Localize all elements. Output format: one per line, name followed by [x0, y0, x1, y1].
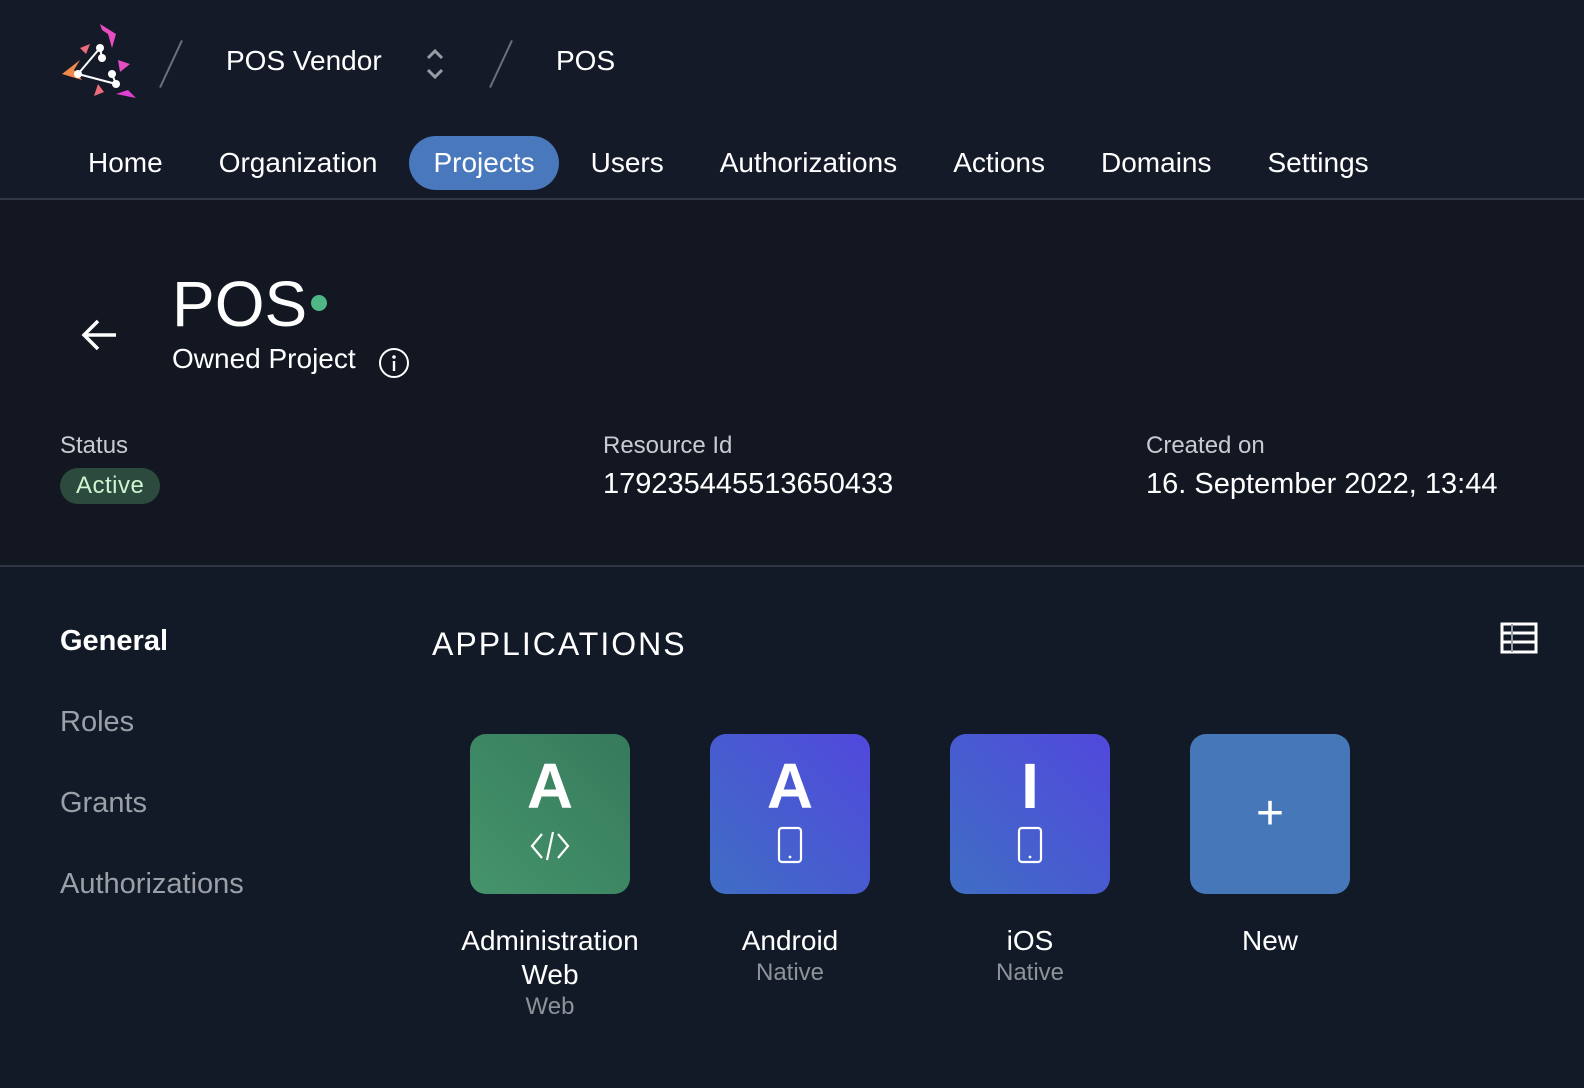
smartphone-icon	[777, 826, 803, 864]
app-name: Administration Web	[461, 925, 639, 990]
status-dot	[311, 295, 327, 311]
status-badge: Active	[60, 468, 161, 504]
created-on-label: Created on	[1146, 432, 1265, 459]
code-icon	[530, 831, 570, 861]
project-sidenav: General Roles Grants Authorizations	[60, 620, 244, 944]
main-nav: Home Organization Projects Users Authori…	[64, 136, 1401, 190]
resource-id-value[interactable]: 179235445513650433	[603, 468, 893, 501]
app-tile[interactable]: A	[710, 734, 870, 894]
project-header: POS Owned Project Status Active Resource…	[0, 200, 1584, 567]
app-card-android[interactable]: A Android Native	[695, 734, 885, 1022]
app-card-administration-web[interactable]: A Administration Web Web	[455, 734, 645, 1022]
nav-settings[interactable]: Settings	[1244, 136, 1393, 190]
created-on-value: 16. September 2022, 13:44	[1146, 468, 1498, 500]
project-type: Owned Project	[172, 343, 356, 374]
applications-grid: A Administration Web Web A Android Nativ…	[455, 734, 1415, 1022]
sidenav-grants[interactable]: Grants	[60, 782, 244, 863]
app-tile[interactable]: I	[950, 734, 1110, 894]
app-initial: A	[766, 750, 814, 822]
sidenav-authorizations[interactable]: Authorizations	[60, 863, 244, 944]
app-initial: A	[526, 750, 574, 822]
smartphone-icon	[1017, 826, 1043, 864]
resource-id-label: Resource Id	[603, 432, 733, 459]
new-app-label: New	[1241, 925, 1298, 956]
breadcrumb-separator	[489, 40, 513, 88]
back-arrow-icon[interactable]	[80, 315, 120, 355]
breadcrumb-separator	[159, 40, 183, 88]
app-name: iOS	[1006, 925, 1054, 956]
zitadel-logo-icon[interactable]	[58, 20, 142, 104]
app-initial: I	[1021, 750, 1039, 822]
plus-icon: +	[1255, 787, 1285, 840]
top-bar: POS Vendor POS Home Organization Project…	[0, 0, 1584, 200]
page-title: POS	[172, 268, 308, 340]
nav-domains[interactable]: Domains	[1077, 136, 1235, 190]
status-field: Status Active	[60, 432, 161, 504]
info-icon[interactable]	[378, 347, 410, 379]
resource-id-field: Resource Id 179235445513650433	[603, 432, 893, 501]
nav-projects[interactable]: Projects	[409, 136, 559, 190]
status-label: Status	[60, 432, 129, 459]
nav-actions[interactable]: Actions	[929, 136, 1069, 190]
sidenav-general[interactable]: General	[60, 620, 244, 701]
nav-organization[interactable]: Organization	[195, 136, 402, 190]
applications-title: APPLICATIONS	[432, 626, 687, 662]
nav-users[interactable]: Users	[567, 136, 688, 190]
app-name: Android	[741, 925, 839, 956]
org-switcher-chevrons-icon[interactable]	[424, 44, 446, 84]
app-tile[interactable]: A	[470, 734, 630, 894]
app-card-ios[interactable]: I iOS Native	[935, 734, 1125, 1022]
new-app-tile[interactable]: +	[1190, 734, 1350, 894]
table-view-icon[interactable]	[1500, 622, 1538, 654]
sidenav-roles[interactable]: Roles	[60, 701, 244, 782]
breadcrumb-organization[interactable]: POS Vendor	[226, 45, 382, 77]
nav-authorizations[interactable]: Authorizations	[696, 136, 921, 190]
app-type: Web	[525, 993, 575, 1020]
new-app-button[interactable]: + New	[1175, 734, 1365, 1022]
breadcrumb-project[interactable]: POS	[556, 45, 615, 77]
app-type: Native	[995, 959, 1065, 986]
app-type: Native	[755, 959, 825, 986]
created-on-field: Created on 16. September 2022, 13:44	[1146, 432, 1497, 501]
nav-home[interactable]: Home	[64, 136, 187, 190]
